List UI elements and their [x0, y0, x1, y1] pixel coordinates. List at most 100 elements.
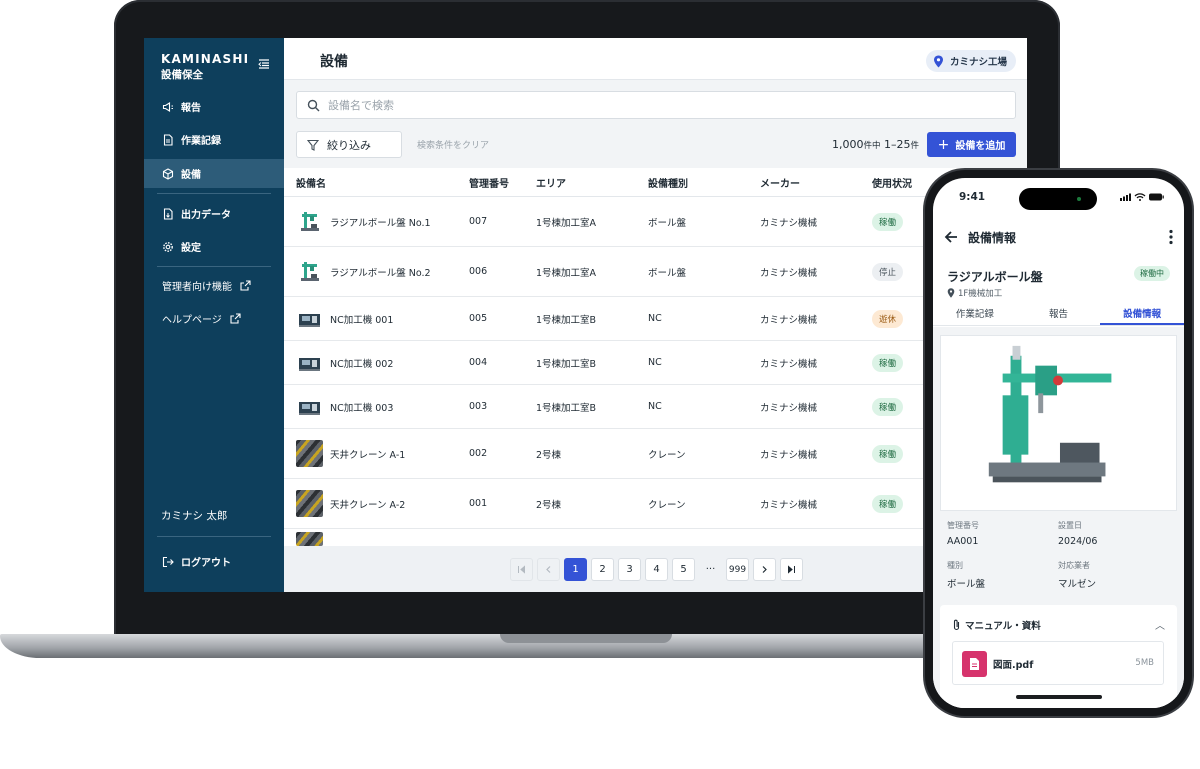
menu-collapse-icon[interactable]	[258, 58, 270, 70]
sidebar-divider	[157, 536, 271, 537]
pagination-ellipsis: ···	[705, 564, 716, 575]
laptop-notch	[500, 634, 672, 643]
table-row[interactable]: 天井クレーン A-1 002 2号棟 クレーン カミナシ機械 稼働	[284, 429, 1027, 479]
sidebar-item-report[interactable]: 報告	[144, 92, 284, 121]
nc-machine-thumbnail	[296, 305, 323, 332]
column-header-area[interactable]: エリア	[536, 175, 648, 190]
plus-icon: +	[937, 136, 950, 153]
brand: KAMINASHI 設備保全	[161, 52, 249, 82]
last-page-button[interactable]	[780, 558, 803, 581]
equipment-type: NC	[648, 401, 662, 412]
info-category: 種別 ボール盤	[947, 560, 985, 590]
page-button-2[interactable]: 2	[591, 558, 614, 581]
logout-button[interactable]: ログアウト	[144, 547, 284, 576]
phone-frame: 9:41 設備情報 ラジアルボール盤 稼働中 1F機械加工 作業記録 報告 設備…	[925, 170, 1192, 716]
equipment-type: クレーン	[648, 449, 686, 461]
equipment-number: 004	[469, 357, 488, 368]
chevron-left-icon	[546, 566, 551, 573]
prev-page-button[interactable]	[537, 558, 560, 581]
count-range-unit: 件	[910, 141, 920, 151]
dynamic-island	[1019, 188, 1097, 210]
equipment-location: 1F機械加工	[947, 287, 1002, 299]
equipment-number: 005	[469, 313, 488, 324]
brand-subtitle: 設備保全	[161, 69, 203, 81]
location-pin-icon	[933, 55, 943, 67]
next-page-button[interactable]	[753, 558, 776, 581]
equipment-title: ラジアルボール盤	[947, 270, 1043, 284]
equipment-type: ボール盤	[648, 267, 687, 279]
page-button-last[interactable]: 999	[726, 558, 749, 581]
table-header: 設備名 管理番号 エリア 設備種別 メーカー 使用状況	[284, 168, 1027, 197]
status-badge: 稼働	[872, 494, 904, 513]
table-row[interactable]: ラジアルボール盤 No.1 007 1号棟加工室A ボール盤 カミナシ機械 稼働	[284, 197, 1027, 247]
table-row[interactable]: NC加工機 003 003 1号棟加工室B NC カミナシ機械 稼働	[284, 385, 1027, 429]
sidebar-item-label: 作業記録	[181, 136, 221, 147]
sidebar-item-admin[interactable]: 管理者向け機能	[144, 271, 284, 300]
sidebar-item-settings[interactable]: 設定	[144, 232, 284, 261]
clear-filters-link[interactable]: 検索条件をクリア	[417, 138, 489, 151]
tab-reports[interactable]: 報告	[1017, 302, 1101, 325]
factory-selector[interactable]: カミナシ工場	[925, 50, 1016, 72]
equipment-type: クレーン	[648, 499, 686, 511]
column-header-number[interactable]: 管理番号	[469, 175, 536, 190]
chevron-right-icon	[762, 566, 767, 573]
table-row[interactable]: 天井クレーン A-2 001 2号棟 クレーン カミナシ機械 稼働	[284, 479, 1027, 529]
equipment-area: 2号棟	[536, 499, 562, 511]
document-icon	[163, 133, 173, 146]
sidebar-item-label: 報告	[181, 103, 201, 114]
logout-icon	[162, 556, 174, 567]
sidebar-item-label: ヘルプページ	[162, 315, 222, 326]
result-count: 1,000件中 1–25件	[832, 138, 919, 151]
search-box[interactable]	[296, 91, 1016, 119]
page-button-1[interactable]: 1	[564, 558, 587, 581]
sidebar-item-work-records[interactable]: 作業記録	[144, 125, 284, 154]
column-header-maker[interactable]: メーカー	[760, 175, 872, 190]
sidebar: KAMINASHI 設備保全 報告 作業記録 設備 出力データ 設定 管理者向け…	[144, 38, 284, 592]
page-title: 設備	[320, 54, 348, 70]
add-equipment-label: 設備を追加	[955, 141, 1006, 152]
filter-button[interactable]: 絞り込み	[296, 131, 402, 158]
table-row[interactable]: NC加工機 002 004 1号棟加工室B NC カミナシ機械 稼働	[284, 341, 1027, 385]
more-options-icon[interactable]	[1169, 229, 1173, 245]
last-page-icon	[788, 565, 795, 574]
pagination-bar: 1 2 3 4 5 ··· 999	[284, 546, 1027, 592]
table-row[interactable]: NC加工機 001 005 1号棟加工室B NC カミナシ機械 遊休	[284, 297, 1027, 341]
table-row[interactable]: ラジアルボール盤 No.2 006 1号棟加工室A ボール盤 カミナシ機械 停止	[284, 247, 1027, 297]
equipment-name: ラジアルボール盤 No.2	[330, 267, 431, 279]
status-badge: 稼働	[872, 212, 904, 231]
equipment-name: ラジアルボール盤 No.1	[330, 217, 431, 229]
first-page-button[interactable]	[510, 558, 533, 581]
drill-press-thumbnail	[296, 208, 323, 235]
equipment-name: NC加工機 001	[330, 314, 394, 326]
column-header-type[interactable]: 設備種別	[648, 175, 760, 190]
main-content: 設備 カミナシ工場 絞り込み 検索条件をクリア 1,000件中 1–25件 + …	[284, 38, 1027, 592]
info-label: 種別	[947, 561, 963, 570]
page-button-4[interactable]: 4	[645, 558, 668, 581]
pdf-file-icon	[962, 651, 987, 677]
tab-work-records[interactable]: 作業記録	[933, 302, 1017, 325]
back-arrow-icon[interactable]	[944, 230, 958, 244]
equipment-maker: カミナシ機械	[760, 449, 818, 461]
sidebar-item-equipment[interactable]: 設備	[144, 159, 284, 188]
column-header-name[interactable]: 設備名	[284, 175, 469, 190]
chevron-up-icon[interactable]: ︿	[1155, 617, 1165, 632]
sidebar-item-help[interactable]: ヘルプページ	[144, 304, 284, 333]
file-item[interactable]: 図面.pdf 5MB	[952, 641, 1164, 685]
info-vendor: 対応業者 マルゼン	[1058, 560, 1096, 590]
tab-equipment-info[interactable]: 設備情報	[1100, 302, 1184, 325]
phone-screen: 9:41 設備情報 ラジアルボール盤 稼働中 1F機械加工 作業記録 報告 設備…	[933, 178, 1184, 708]
search-input[interactable]	[328, 98, 928, 112]
info-label: 設置日	[1058, 521, 1082, 530]
crane-thumbnail	[296, 440, 323, 467]
page-button-3[interactable]: 3	[618, 558, 641, 581]
add-equipment-button[interactable]: + 設備を追加	[927, 132, 1016, 157]
mobile-title: 設備情報	[968, 231, 1017, 245]
drill-press-thumbnail	[296, 258, 323, 285]
equipment-maker: カミナシ機械	[760, 358, 818, 370]
megaphone-icon	[162, 101, 173, 112]
page-button-5[interactable]: 5	[672, 558, 695, 581]
external-link-icon	[240, 280, 251, 291]
equipment-number: 001	[469, 498, 488, 509]
sidebar-item-export[interactable]: 出力データ	[144, 199, 284, 228]
manual-section-header[interactable]: マニュアル・資料	[952, 618, 1041, 632]
